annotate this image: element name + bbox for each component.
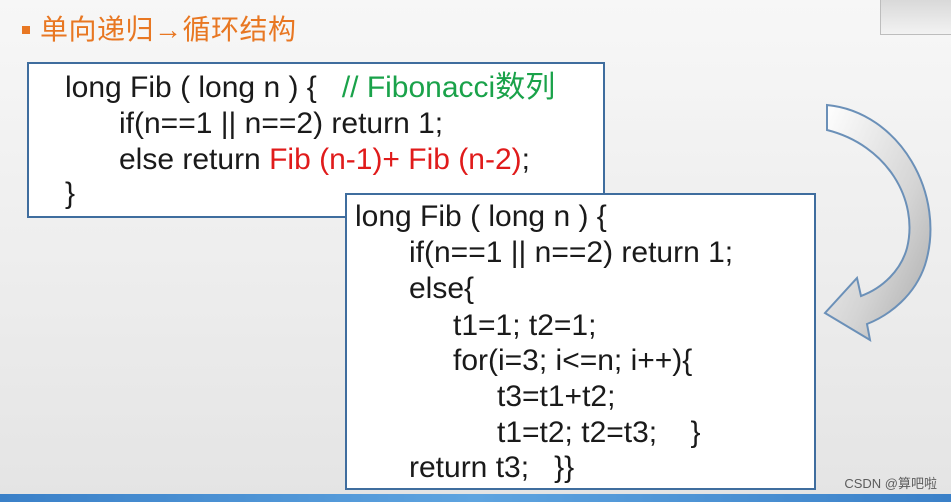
code-text: else return	[119, 143, 270, 176]
code-line-2: if(n==1 || n==2) return 1;	[409, 236, 734, 269]
code-line-5: for(i=3; i<=n; i++){	[453, 344, 693, 377]
code-line-2: if(n==1 || n==2) return 1;	[119, 107, 444, 140]
code-line-6: t3=t1+t2;	[497, 380, 616, 413]
code-comment: // Fibonacci数列	[341, 71, 556, 104]
code-line-4: t1=1; t2=1;	[453, 309, 597, 342]
bottom-bar	[0, 494, 951, 502]
bullet-icon	[22, 26, 30, 34]
iterative-code-box: long Fib ( long n ) { if(n==1 || n==2) r…	[345, 193, 816, 490]
code-line-4: }	[65, 177, 76, 210]
code-text: ;	[521, 143, 530, 176]
slide-title: 单向递归→循环结构	[40, 14, 297, 45]
code-line-7: t1=t2; t2=t3; }	[497, 416, 701, 449]
curved-arrow-icon	[823, 103, 932, 343]
code-line-3: else return Fib (n-1)+ Fib (n-2);	[119, 142, 530, 178]
code-text: long Fib ( long n ) {	[65, 71, 342, 104]
watermark-label: CSDN @算吧啦	[844, 476, 937, 491]
corner-thumbnail	[880, 0, 951, 35]
code-line-1: long Fib ( long n ) { // Fibonacci数列	[65, 70, 555, 106]
code-line-1: long Fib ( long n ) {	[355, 200, 607, 233]
code-line-3: else{	[409, 272, 475, 305]
slide-header: 单向递归→循环结构	[22, 10, 297, 46]
recursive-call-highlight: Fib (n-1)+ Fib (n-2)	[269, 143, 522, 176]
code-line-8: return t3; }}	[409, 451, 575, 484]
